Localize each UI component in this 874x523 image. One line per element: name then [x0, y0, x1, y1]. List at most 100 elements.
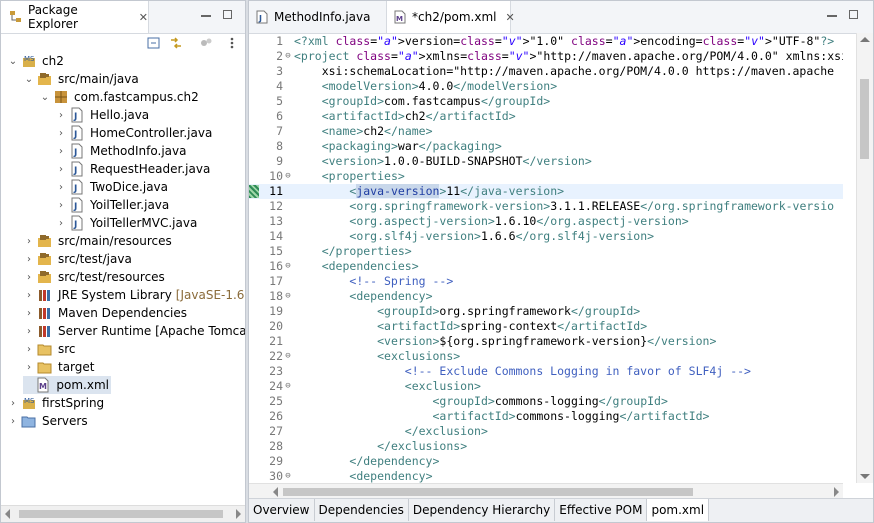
tab-overview[interactable]: Overview — [249, 499, 315, 521]
chevron-right-icon[interactable]: › — [23, 272, 35, 283]
fold-toggle-icon[interactable]: ⊖ — [283, 469, 293, 483]
tree-item[interactable]: ⌄ com.fastcampus.ch2 — [39, 88, 201, 106]
scroll-right-icon[interactable] — [236, 509, 241, 519]
tab-dependency-hierarchy[interactable]: Dependency Hierarchy — [409, 499, 556, 521]
maximize-icon[interactable] — [223, 10, 232, 19]
code-line[interactable]: 12 <org.springframework-version>3.1.1.RE… — [249, 199, 843, 214]
code-line[interactable]: 22 ⊖ <exclusions> — [249, 349, 843, 364]
chevron-right-icon[interactable]: › — [23, 344, 35, 355]
code-line[interactable]: 24 ⊖ <exclusion> — [249, 379, 843, 394]
fold-toggle-icon[interactable]: ⊖ — [283, 259, 293, 274]
code-line[interactable]: 7 <name>ch2</name> — [249, 124, 843, 139]
code-line[interactable]: 2 ⊖ <project class="a">xmlns=class="v">"ht… — [249, 49, 843, 64]
code-line[interactable]: 25 <groupId>commons-logging</groupId> — [249, 394, 843, 409]
tree-item[interactable]: › src/test/java — [23, 250, 134, 268]
tree-item[interactable]: › J YoilTellerMVC.java — [55, 214, 199, 232]
code-line[interactable]: 3 xsi:schemaLocation="http://maven.apach… — [249, 64, 843, 79]
chevron-right-icon[interactable]: › — [23, 308, 35, 319]
code-line[interactable]: 28 </exclusions> — [249, 439, 843, 454]
chevron-down-icon[interactable]: ⌄ — [7, 56, 19, 67]
xml-source-editor[interactable]: 1 <?xml class="a">version=class="v">"1.0"… — [249, 33, 843, 483]
tree-item[interactable]: › src — [23, 340, 78, 358]
code-line[interactable]: 4 <modelVersion>4.0.0</modelVersion> — [249, 79, 843, 94]
scroll-thumb[interactable] — [860, 79, 869, 159]
scroll-left-icon[interactable] — [5, 509, 10, 519]
scroll-thumb[interactable] — [19, 510, 223, 518]
chevron-right-icon[interactable]: › — [23, 362, 35, 373]
focus-icon[interactable] — [199, 36, 213, 50]
tree-item[interactable]: › src/test/resources — [23, 268, 167, 286]
fold-toggle-icon[interactable]: ⊖ — [283, 169, 293, 184]
chevron-right-icon[interactable]: › — [23, 236, 35, 247]
chevron-right-icon[interactable]: › — [55, 128, 67, 139]
tree-item[interactable]: › MS firstSpring — [7, 394, 106, 412]
code-line[interactable]: 23 <!-- Exclude Commons Logging in favor… — [249, 364, 843, 379]
code-line[interactable]: 16 ⊖ <dependencies> — [249, 259, 843, 274]
tree-item[interactable]: › Servers — [7, 412, 90, 430]
code-line[interactable]: 10 ⊖ <properties> — [249, 169, 843, 184]
chevron-right-icon[interactable]: › — [7, 416, 19, 427]
scroll-thumb[interactable] — [283, 488, 693, 496]
chevron-down-icon[interactable]: ⌄ — [23, 74, 35, 85]
tree-item[interactable]: ⌄ MS ch2 — [7, 52, 66, 70]
chevron-right-icon[interactable]: › — [7, 398, 19, 409]
fold-toggle-icon[interactable]: ⊖ — [283, 379, 293, 394]
tree-item[interactable]: › src/main/resources — [23, 232, 174, 250]
scroll-left-icon[interactable] — [273, 487, 278, 497]
tab-methodinfo-java[interactable]: J MethodInfo.java — [249, 1, 387, 33]
tree-item[interactable]: ⌄ src/main/java — [23, 70, 141, 88]
code-line[interactable]: 1 <?xml class="a">version=class="v">"1.0"… — [249, 34, 843, 49]
chevron-right-icon[interactable]: › — [23, 254, 35, 265]
scroll-right-icon[interactable] — [834, 487, 839, 497]
tree-item[interactable]: › target — [23, 358, 97, 376]
scroll-up-icon[interactable] — [860, 37, 870, 42]
tree-item[interactable]: › JRE System Library [JavaSE-1.6] — [23, 286, 245, 304]
code-line[interactable]: 11 <java-version>11</java-version> — [249, 184, 843, 199]
chevron-right-icon[interactable]: › — [23, 326, 35, 337]
fold-toggle-icon[interactable]: ⊖ — [283, 289, 293, 304]
tree-item[interactable]: › J HomeController.java — [55, 124, 214, 142]
tree-item[interactable]: › J Hello.java — [55, 106, 151, 124]
code-line[interactable]: 17 <!-- Spring --> — [249, 274, 843, 289]
collapse-all-icon[interactable] — [147, 36, 161, 50]
tree-item[interactable]: › Maven Dependencies — [23, 304, 189, 322]
code-line[interactable]: 29 </dependency> — [249, 454, 843, 469]
tree-item[interactable]: › J RequestHeader.java — [55, 160, 212, 178]
close-icon[interactable]: ✕ — [139, 11, 148, 24]
code-line[interactable]: 30 ⊖ <dependency> — [249, 469, 843, 483]
code-line[interactable]: 20 <artifactId>spring-context</artifactI… — [249, 319, 843, 334]
chevron-right-icon[interactable]: › — [55, 218, 67, 229]
view-menu-icon[interactable] — [225, 36, 239, 50]
chevron-right-icon[interactable]: › — [55, 182, 67, 193]
close-icon[interactable]: ✕ — [505, 11, 514, 24]
editor-vertical-scrollbar[interactable] — [856, 33, 873, 483]
chevron-right-icon[interactable]: › — [55, 110, 67, 121]
code-line[interactable]: 6 <artifactId>ch2</artifactId> — [249, 109, 843, 124]
code-line[interactable]: 5 <groupId>com.fastcampus</groupId> — [249, 94, 843, 109]
minimize-icon[interactable] — [827, 10, 837, 17]
code-line[interactable]: 26 <artifactId>commons-logging</artifact… — [249, 409, 843, 424]
code-line[interactable]: 8 <packaging>war</packaging> — [249, 139, 843, 154]
tab-pom-xml-source[interactable]: pom.xml — [647, 499, 710, 521]
chevron-down-icon[interactable]: ⌄ — [39, 92, 51, 103]
tab-package-explorer[interactable]: Package Explorer ✕ — [1, 1, 149, 33]
chevron-right-icon[interactable]: › — [55, 200, 67, 211]
explorer-horizontal-scrollbar[interactable] — [1, 505, 245, 522]
tab-dependencies[interactable]: Dependencies — [315, 499, 409, 521]
code-line[interactable]: 14 <org.slf4j-version>1.6.6</org.slf4j-v… — [249, 229, 843, 244]
tree-item[interactable]: › J YoilTeller.java — [55, 196, 171, 214]
fold-toggle-icon[interactable]: ⊖ — [283, 349, 293, 364]
code-line[interactable]: 13 <org.aspectj-version>1.6.10</org.aspe… — [249, 214, 843, 229]
scroll-down-icon[interactable] — [860, 474, 870, 479]
code-line[interactable]: 21 <version>${org.springframework-versio… — [249, 334, 843, 349]
link-with-editor-icon[interactable] — [169, 36, 183, 50]
tree-item[interactable]: › J TwoDice.java — [55, 178, 170, 196]
tree-item[interactable]: › J MethodInfo.java — [55, 142, 188, 160]
fold-toggle-icon[interactable]: ⊖ — [283, 49, 293, 64]
code-line[interactable]: 19 <groupId>org.springframework</groupId… — [249, 304, 843, 319]
tree-item[interactable]: › Server Runtime [Apache Tomcat v — [23, 322, 245, 340]
code-line[interactable]: 27 </exclusion> — [249, 424, 843, 439]
tab-effective-pom[interactable]: Effective POM — [555, 499, 648, 521]
minimize-icon[interactable] — [201, 10, 211, 17]
tab-pom-xml[interactable]: M *ch2/pom.xml ✕ — [387, 1, 515, 33]
